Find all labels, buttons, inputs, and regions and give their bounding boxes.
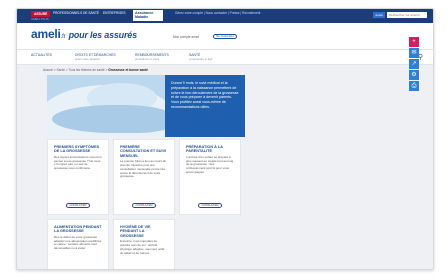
- login-button[interactable]: ameli: [373, 12, 385, 18]
- nav-item-actualites[interactable]: ACTUALITÉS: [31, 53, 52, 57]
- nav-item-remboursements[interactable]: REMBOURSEMENTS prestations et soins: [135, 53, 169, 61]
- site-header: ameli.fr pour les assurés Mon compte ame…: [17, 23, 433, 49]
- card-body: Dès le début de votre grossesse adaptez …: [54, 234, 102, 251]
- brand-suffix: .fr: [60, 34, 66, 40]
- card-hygiene-de-vie: HYGIÈNE DE VIE PENDANT LA GROSSESSE Ence…: [113, 219, 175, 269]
- breadcrumb: Assuré > Santé > Tous les thèmes de sant…: [43, 68, 148, 72]
- nav-item-sub: comprendre et agir: [189, 57, 213, 61]
- brand-tagline: pour les assurés: [68, 30, 138, 40]
- browser-page: ASSURÉ PROFESSIONNELS DE SANTÉ ENTREPRIS…: [16, 8, 434, 270]
- print-icon[interactable]: ⎙: [409, 81, 419, 91]
- card-alimentation: ALIMENTATION PENDANT LA GROSSESSE Dès le…: [47, 219, 109, 269]
- card-title: ALIMENTATION PENDANT LA GROSSESSE: [54, 225, 102, 234]
- top-right-links[interactable]: Gérez votre compte | Nous contacter | Pr…: [175, 11, 260, 15]
- card-body: Des signes annonciateurs vous font pense…: [54, 154, 102, 171]
- settings-icon[interactable]: ⚙: [409, 70, 419, 80]
- top-search-input[interactable]: [387, 12, 427, 18]
- breadcrumb-current: Grossesse et bonne santé: [108, 68, 148, 72]
- assurance-maladie-logo[interactable]: Assurance Maladie: [133, 10, 163, 21]
- hero-image-shape: [52, 105, 172, 133]
- card-title: PREMIERS SYMPTÔMES DE LA GROSSESSE: [54, 145, 100, 154]
- nav-item-droits[interactable]: DROITS ET DÉMARCHES selon votre situatio…: [75, 53, 116, 61]
- nav-item-sante[interactable]: SANTÉ comprendre et agir: [189, 53, 212, 61]
- nav-item-label: ACTUALITÉS: [31, 53, 52, 57]
- consulter-button[interactable]: CONSULTER: [66, 203, 90, 208]
- plus-icon[interactable]: +: [409, 37, 419, 47]
- consulter-button[interactable]: CONSULTER: [198, 203, 222, 208]
- ameli-plus-link[interactable]: AMÉLI PLUS: [31, 17, 49, 21]
- card-premiers-symptomes: PREMIERS SYMPTÔMES DE LA GROSSESSE Des s…: [47, 139, 109, 215]
- ameli-logo[interactable]: ameli.fr pour les assurés: [31, 27, 137, 41]
- card-premiere-consultation: PREMIÈRE CONSULTATION ET SUIVI MENSUEL L…: [113, 139, 175, 215]
- hero-text: Durant 9 mois, le suivi médical et la pr…: [165, 75, 245, 137]
- card-title: HYGIÈNE DE VIE PENDANT LA GROSSESSE: [120, 225, 151, 238]
- share-icon[interactable]: ↗: [409, 59, 419, 69]
- nav-item-sub: selon votre situation: [75, 57, 100, 61]
- top-bar: ASSURÉ PROFESSIONNELS DE SANTÉ ENTREPRIS…: [17, 9, 433, 23]
- nav-item-sub: prestations et soins: [135, 57, 160, 61]
- card-body: L'arrivée d'un enfant se prépare à plus …: [186, 154, 234, 174]
- side-toolbar: + ✉ ↗ ⚙ ⎙: [409, 37, 419, 92]
- brand-name: ameli: [31, 27, 61, 41]
- card-preparation-parentalite: PRÉPARATION À LA PARENTALITÉ L'arrivée d…: [179, 139, 241, 215]
- mail-icon[interactable]: ✉: [409, 48, 419, 58]
- espace-label: Mon compte ameli: [173, 35, 200, 39]
- card-title: PRÉPARATION À LA PARENTALITÉ: [186, 145, 223, 154]
- pro-sante-link[interactable]: PROFESSIONNELS DE SANTÉ: [53, 11, 99, 15]
- card-body: Enceinte, il est important de prendre so…: [120, 239, 165, 255]
- card-title: PREMIÈRE CONSULTATION ET SUIVI MENSUEL: [120, 145, 167, 158]
- connect-button[interactable]: Se connecter: [213, 34, 237, 39]
- entreprises-link[interactable]: ENTREPRISES: [103, 11, 126, 15]
- breadcrumb-path[interactable]: Assuré > Santé > Tous les thèmes de sant…: [43, 68, 108, 72]
- hero-banner: Durant 9 mois, le suivi médical et la pr…: [47, 75, 245, 137]
- consulter-button[interactable]: CONSULTER: [132, 203, 156, 208]
- main-nav: ACTUALITÉS DROITS ET DÉMARCHES selon vot…: [17, 49, 433, 65]
- card-body: Le premier bilan a lieu au cours du prem…: [120, 159, 167, 179]
